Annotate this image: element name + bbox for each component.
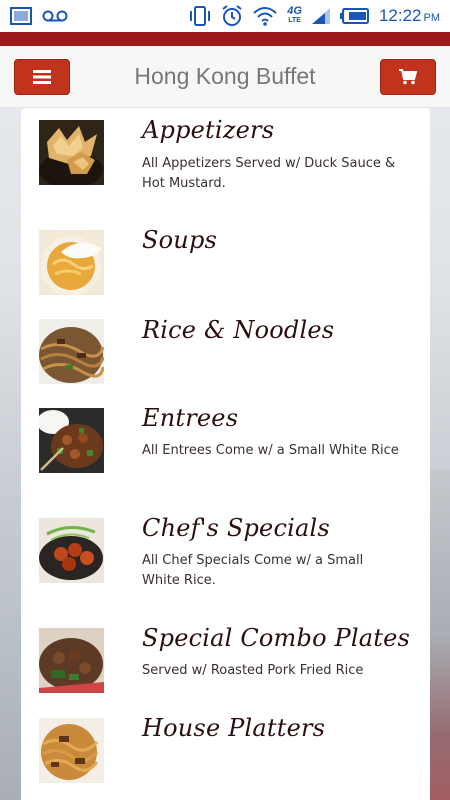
network-label: 4G: [287, 5, 302, 17]
battery-icon: [339, 8, 370, 24]
category-entrees[interactable]: Entrees All Entrees Come w/ a Small Whit…: [21, 396, 430, 506]
category-name: Chef's Specials: [142, 514, 330, 542]
status-meridiem: PM: [423, 12, 441, 24]
category-description: All Chef Specials Come w/ a Small White …: [142, 553, 364, 588]
signal-icon: [311, 7, 331, 25]
status-time-value: 12:22: [378, 6, 422, 25]
category-name: Special Combo Plates: [142, 624, 411, 652]
vibrate-icon: [188, 6, 212, 26]
category-description: All Appetizers Served w/ Duck Sauce & Ho…: [142, 156, 396, 191]
image-icon: [10, 7, 32, 25]
category-special-combo-plates[interactable]: Special Combo Plates Served w/ Roasted P…: [21, 616, 430, 706]
category-rice-noodles[interactable]: Rice & Noodles: [21, 308, 430, 396]
app-header: Hong Kong Buffet: [0, 46, 450, 108]
category-name: House Platters: [142, 714, 326, 742]
category-soups[interactable]: Soups: [21, 218, 430, 308]
category-appetizers[interactable]: Appetizers All Appetizers Served w/ Duck…: [21, 108, 430, 218]
noodle-platter-thumbnail: [39, 718, 104, 783]
menu-button[interactable]: [14, 59, 70, 95]
hamburger-icon: [33, 70, 51, 84]
status-bar: 4G LTE 12:22 PM: [0, 0, 450, 32]
general-tso-thumbnail: [39, 518, 104, 583]
alarm-icon: [221, 5, 243, 27]
category-name: Rice & Noodles: [142, 316, 335, 344]
lo-mein-thumbnail: [39, 319, 104, 384]
network-sub-label: LTE: [288, 17, 301, 24]
category-house-platters[interactable]: House Platters: [21, 706, 430, 800]
combo-plate-thumbnail: [39, 628, 104, 693]
kung-pao-thumbnail: [39, 408, 104, 473]
wifi-icon: [252, 5, 278, 27]
menu-category-list: Appetizers All Appetizers Served w/ Duck…: [21, 108, 430, 800]
category-chefs-specials[interactable]: Chef's Specials All Chef Specials Come w…: [21, 506, 430, 616]
category-description: Served w/ Roasted Pork Fried Rice: [142, 663, 364, 678]
network-4g-lte-icon: 4G LTE: [287, 5, 302, 25]
crab-rangoon-thumbnail: [39, 120, 104, 185]
egg-drop-soup-thumbnail: [39, 230, 104, 295]
voicemail-icon: [42, 9, 68, 23]
accent-strip: [0, 32, 450, 46]
cart-icon: [399, 69, 417, 85]
category-name: Soups: [142, 226, 218, 254]
header-title: Hong Kong Buffet: [134, 63, 316, 89]
cart-button[interactable]: [380, 59, 436, 95]
category-name: Entrees: [142, 404, 239, 432]
category-description: All Entrees Come w/ a Small White Rice: [142, 443, 399, 458]
category-name: Appetizers: [142, 116, 275, 144]
status-time: 12:22 PM: [379, 6, 440, 26]
